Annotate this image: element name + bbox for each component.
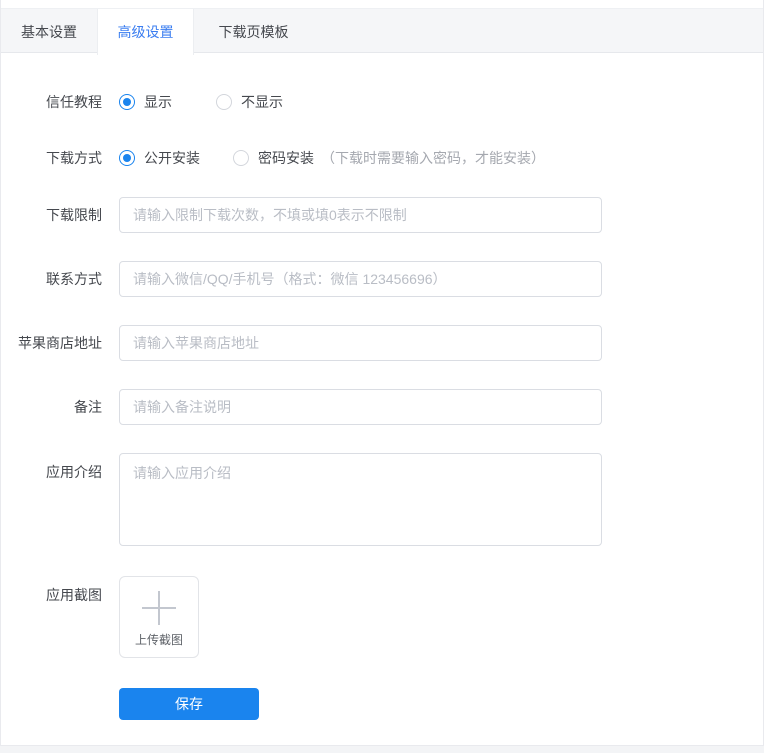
tab-advanced-settings[interactable]: 高级设置 bbox=[97, 9, 194, 55]
password-install-note: （下载时需要输入密码，才能安装） bbox=[321, 150, 545, 166]
tabs-top-spacer bbox=[1, 0, 763, 8]
radio-password-install-label[interactable]: 密码安装 bbox=[258, 148, 314, 168]
upload-screenshot-box[interactable]: 上传截图 bbox=[119, 576, 199, 658]
field-label-remark: 备注 bbox=[74, 399, 102, 415]
radio-option-show[interactable]: 显示 bbox=[119, 92, 172, 112]
plus-icon bbox=[142, 591, 176, 625]
app-intro-textarea[interactable] bbox=[119, 453, 602, 546]
contact-input[interactable] bbox=[119, 261, 602, 297]
radio-password-install-icon[interactable] bbox=[233, 150, 249, 166]
radio-option-public-install[interactable]: 公开安装 bbox=[119, 148, 200, 168]
form-row-app-intro: 应用介绍 bbox=[1, 453, 763, 546]
form-row-save: 保存 bbox=[1, 688, 763, 720]
radio-option-hide[interactable]: 不显示 bbox=[216, 92, 283, 112]
tab-bar: 基本设置 高级设置 下载页模板 bbox=[1, 8, 763, 55]
radio-show-icon[interactable] bbox=[119, 94, 135, 110]
radio-show-label[interactable]: 显示 bbox=[144, 92, 172, 112]
tab-basic-settings[interactable]: 基本设置 bbox=[1, 9, 97, 54]
form-row-appstore-url: 苹果商店地址 bbox=[1, 325, 763, 361]
form-row-contact: 联系方式 bbox=[1, 261, 763, 297]
form-row-download-limit: 下载限制 bbox=[1, 197, 763, 233]
radio-hide-label[interactable]: 不显示 bbox=[241, 92, 283, 112]
tab-download-page-template[interactable]: 下载页模板 bbox=[194, 9, 313, 54]
appstore-url-input[interactable] bbox=[119, 325, 602, 361]
form-row-trust-tutorial: 信任教程 显示 不显示 bbox=[1, 92, 763, 112]
field-label-download-method: 下载方式 bbox=[46, 150, 102, 166]
field-label-appstore-url: 苹果商店地址 bbox=[18, 335, 102, 351]
field-label-contact: 联系方式 bbox=[46, 271, 102, 287]
settings-panel: 基本设置 高级设置 下载页模板 信任教程 显示 不显示 下载方式 公开安装 密码… bbox=[0, 0, 764, 746]
form-row-remark: 备注 bbox=[1, 389, 763, 425]
field-label-download-limit: 下载限制 bbox=[46, 207, 102, 223]
radio-option-password-install[interactable]: 密码安装 bbox=[233, 148, 314, 168]
save-button[interactable]: 保存 bbox=[119, 688, 259, 720]
form-row-app-screenshot: 应用截图 上传截图 bbox=[1, 576, 763, 658]
radio-public-install-label[interactable]: 公开安装 bbox=[144, 148, 200, 168]
field-label-trust-tutorial: 信任教程 bbox=[46, 94, 102, 110]
form-row-download-method: 下载方式 公开安装 密码安装 （下载时需要输入密码，才能安装） bbox=[1, 148, 763, 168]
advanced-settings-form: 信任教程 显示 不显示 下载方式 公开安装 密码安装 （下载时需要输入密码，才能… bbox=[1, 53, 763, 720]
radio-public-install-icon[interactable] bbox=[119, 150, 135, 166]
upload-screenshot-label: 上传截图 bbox=[134, 633, 183, 647]
field-label-app-intro: 应用介绍 bbox=[46, 464, 102, 480]
radio-hide-icon[interactable] bbox=[216, 94, 232, 110]
remark-input[interactable] bbox=[119, 389, 602, 425]
field-label-app-screenshot: 应用截图 bbox=[46, 587, 102, 603]
download-limit-input[interactable] bbox=[119, 197, 602, 233]
